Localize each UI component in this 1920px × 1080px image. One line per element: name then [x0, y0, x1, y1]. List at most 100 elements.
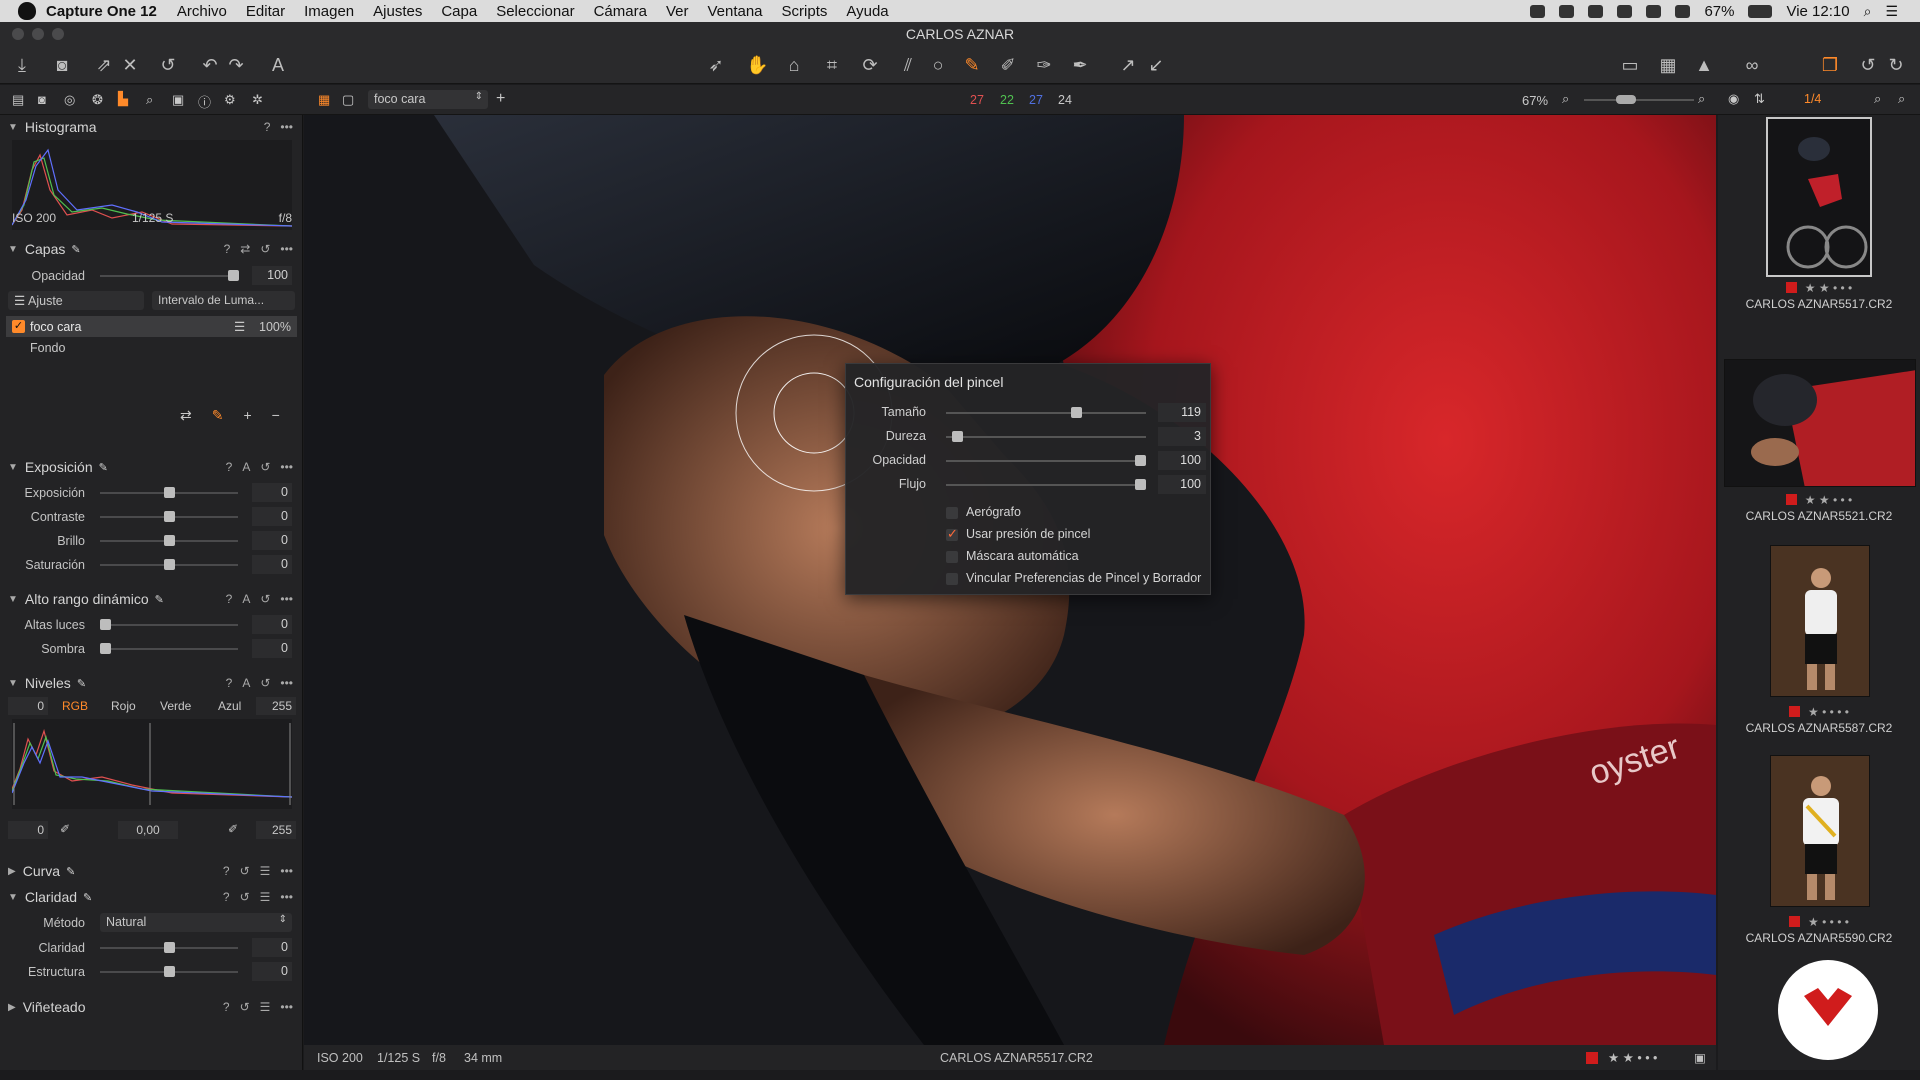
slider-knob[interactable] — [164, 487, 175, 498]
keystone-tool-icon[interactable]: ⫽ — [898, 55, 918, 75]
more-icon[interactable]: ••• — [280, 1000, 293, 1014]
more-icon[interactable]: ••• — [280, 120, 293, 134]
add-layer-icon[interactable]: + — [496, 90, 505, 108]
more-icon[interactable]: ••• — [280, 676, 293, 690]
slider-knob[interactable] — [1135, 479, 1146, 490]
brush-opacity-slider[interactable] — [946, 455, 1146, 466]
row-slider[interactable] — [100, 619, 238, 630]
settings-tab-icon[interactable]: ⚙ — [224, 92, 236, 108]
pressure-checkbox[interactable]: Usar presión de pincel — [946, 526, 1206, 544]
row-slider[interactable] — [100, 643, 238, 654]
brand-logo-button[interactable] — [1778, 960, 1878, 1060]
more-icon[interactable]: ••• — [280, 242, 293, 256]
menu-camara[interactable]: Cámara — [594, 3, 647, 20]
brush-icon[interactable]: ✎ — [212, 407, 224, 424]
crop-tool-icon[interactable]: ⌗ — [822, 55, 842, 75]
help-icon[interactable]: ? — [223, 890, 230, 904]
menu-scripts[interactable]: Scripts — [782, 3, 828, 20]
record-icon[interactable] — [1530, 4, 1546, 18]
help-icon[interactable]: ? — [226, 592, 233, 606]
slider-knob[interactable] — [164, 511, 175, 522]
thumbnail-3[interactable] — [1770, 545, 1870, 697]
menu-list-icon[interactable]: ☰ — [1885, 3, 1898, 20]
delete-icon[interactable]: ✕ — [120, 55, 140, 75]
thumbnail-1-rating[interactable]: ★ ★ • • • — [1718, 281, 1920, 295]
brush-flow-slider[interactable] — [946, 479, 1146, 490]
close-icon[interactable] — [12, 28, 24, 40]
mask-tool-icon[interactable]: ✒ — [1070, 55, 1090, 75]
help-icon[interactable]: ? — [224, 242, 231, 256]
more-icon[interactable]: ••• — [280, 460, 293, 474]
more-icon[interactable]: ••• — [280, 592, 293, 606]
row-slider[interactable] — [100, 942, 238, 953]
eyedropper-black-icon[interactable]: ✐ — [60, 822, 70, 836]
tab-rojo[interactable]: Rojo — [111, 699, 136, 713]
picker-tool-icon[interactable]: ⌂ — [784, 55, 804, 75]
exposure-tab-icon[interactable]: ▙ — [118, 91, 128, 107]
swap-icon[interactable]: ⇄ — [180, 407, 192, 424]
clock[interactable]: Vie 12:10 — [1786, 3, 1849, 20]
process-icon[interactable]: ⇗ — [94, 55, 114, 75]
spotlight-icon[interactable]: ⌕ — [1864, 3, 1872, 20]
thumbnail-1[interactable] — [1766, 117, 1872, 277]
menu-ventana[interactable]: Ventana — [707, 3, 762, 20]
exposure-warning-icon[interactable]: ▲ — [1694, 55, 1714, 75]
layers-icon[interactable]: ❐ — [1820, 55, 1840, 75]
eye-icon[interactable]: ◉ — [1728, 91, 1739, 107]
add-icon[interactable]: + — [243, 407, 251, 424]
niveles-midpoint[interactable]: 0,00 — [118, 821, 178, 839]
reset-icon[interactable]: ↺ — [260, 460, 270, 474]
row-value[interactable]: 0 — [252, 483, 292, 502]
color-tag[interactable] — [1785, 282, 1797, 293]
reset-icon[interactable]: ↺ — [158, 55, 178, 75]
auto-icon[interactable]: A — [242, 676, 250, 690]
filter-icon[interactable]: ⌕ — [1898, 91, 1905, 107]
row-value[interactable]: 0 — [252, 615, 292, 634]
creative-cloud-icon[interactable] — [1588, 4, 1604, 18]
menu-ayuda[interactable]: Ayuda — [846, 3, 888, 20]
presets-icon[interactable]: ☰ — [260, 1000, 271, 1014]
help-icon[interactable]: ? — [226, 676, 233, 690]
wifi-icon[interactable] — [1617, 4, 1633, 18]
library-tab-icon[interactable]: ▤ — [12, 92, 24, 108]
reset-icon[interactable]: ↺ — [240, 890, 250, 904]
copy-adjust-icon[interactable]: ↗ — [1118, 55, 1138, 75]
help-icon[interactable]: ? — [223, 864, 230, 878]
capas-opacity-slider[interactable] — [100, 270, 239, 281]
undo-adjust-icon[interactable]: ↺ — [1858, 55, 1878, 75]
lens-tab-icon[interactable]: ◎ — [64, 92, 75, 108]
menu-imagen[interactable]: Imagen — [304, 3, 354, 20]
capas-header[interactable]: ▼ Capas ✎? ⇄ ↺ ••• — [0, 237, 303, 261]
color-tab-icon[interactable]: ❂ — [92, 92, 103, 108]
slider-knob[interactable] — [1070, 407, 1082, 418]
row-value[interactable]: 0 — [252, 531, 292, 550]
slider-knob[interactable] — [100, 619, 111, 630]
help-icon[interactable]: ? — [264, 120, 271, 134]
adjust-select[interactable]: ☰ Ajuste — [8, 291, 144, 310]
airbrush-checkbox[interactable]: Aerógrafo — [946, 504, 1206, 522]
row-slider[interactable] — [100, 511, 238, 522]
text-tool-icon[interactable]: A — [268, 55, 288, 75]
tab-azul[interactable]: Azul — [218, 699, 241, 713]
niveles-input-low[interactable]: 0 — [8, 697, 48, 715]
layer-row-active[interactable]: ✓ foco cara ☰ 100% — [6, 316, 297, 337]
checkbox-box[interactable] — [946, 507, 958, 519]
thumbnail-4[interactable] — [1770, 755, 1870, 907]
thumbnail-2[interactable] — [1724, 359, 1916, 487]
menu-ver[interactable]: Ver — [666, 3, 689, 20]
checkbox-box[interactable] — [946, 551, 958, 563]
menu-seleccionar[interactable]: Seleccionar — [496, 3, 574, 20]
row-value[interactable]: 0 — [252, 639, 292, 658]
redo-icon[interactable]: ↷ — [226, 55, 246, 75]
cursor-tool-icon[interactable]: ➶ — [706, 55, 726, 75]
grid-view-icon[interactable]: ▦ — [318, 92, 330, 108]
eraser-tool-icon[interactable]: ✐ — [998, 55, 1018, 75]
zoom-in-icon[interactable]: ⌕ — [1698, 91, 1705, 107]
proof-icon[interactable]: ▭ — [1620, 55, 1640, 75]
import-icon[interactable]: ⤓ — [12, 55, 32, 75]
slider-knob[interactable] — [164, 559, 175, 570]
curva-header[interactable]: ▶ Curva ✎? ↺ ☰ ••• — [0, 859, 303, 883]
presets-icon[interactable]: ☰ — [260, 864, 271, 878]
niveles-input-high[interactable]: 255 — [256, 697, 296, 715]
checkbox-box[interactable] — [946, 573, 958, 585]
